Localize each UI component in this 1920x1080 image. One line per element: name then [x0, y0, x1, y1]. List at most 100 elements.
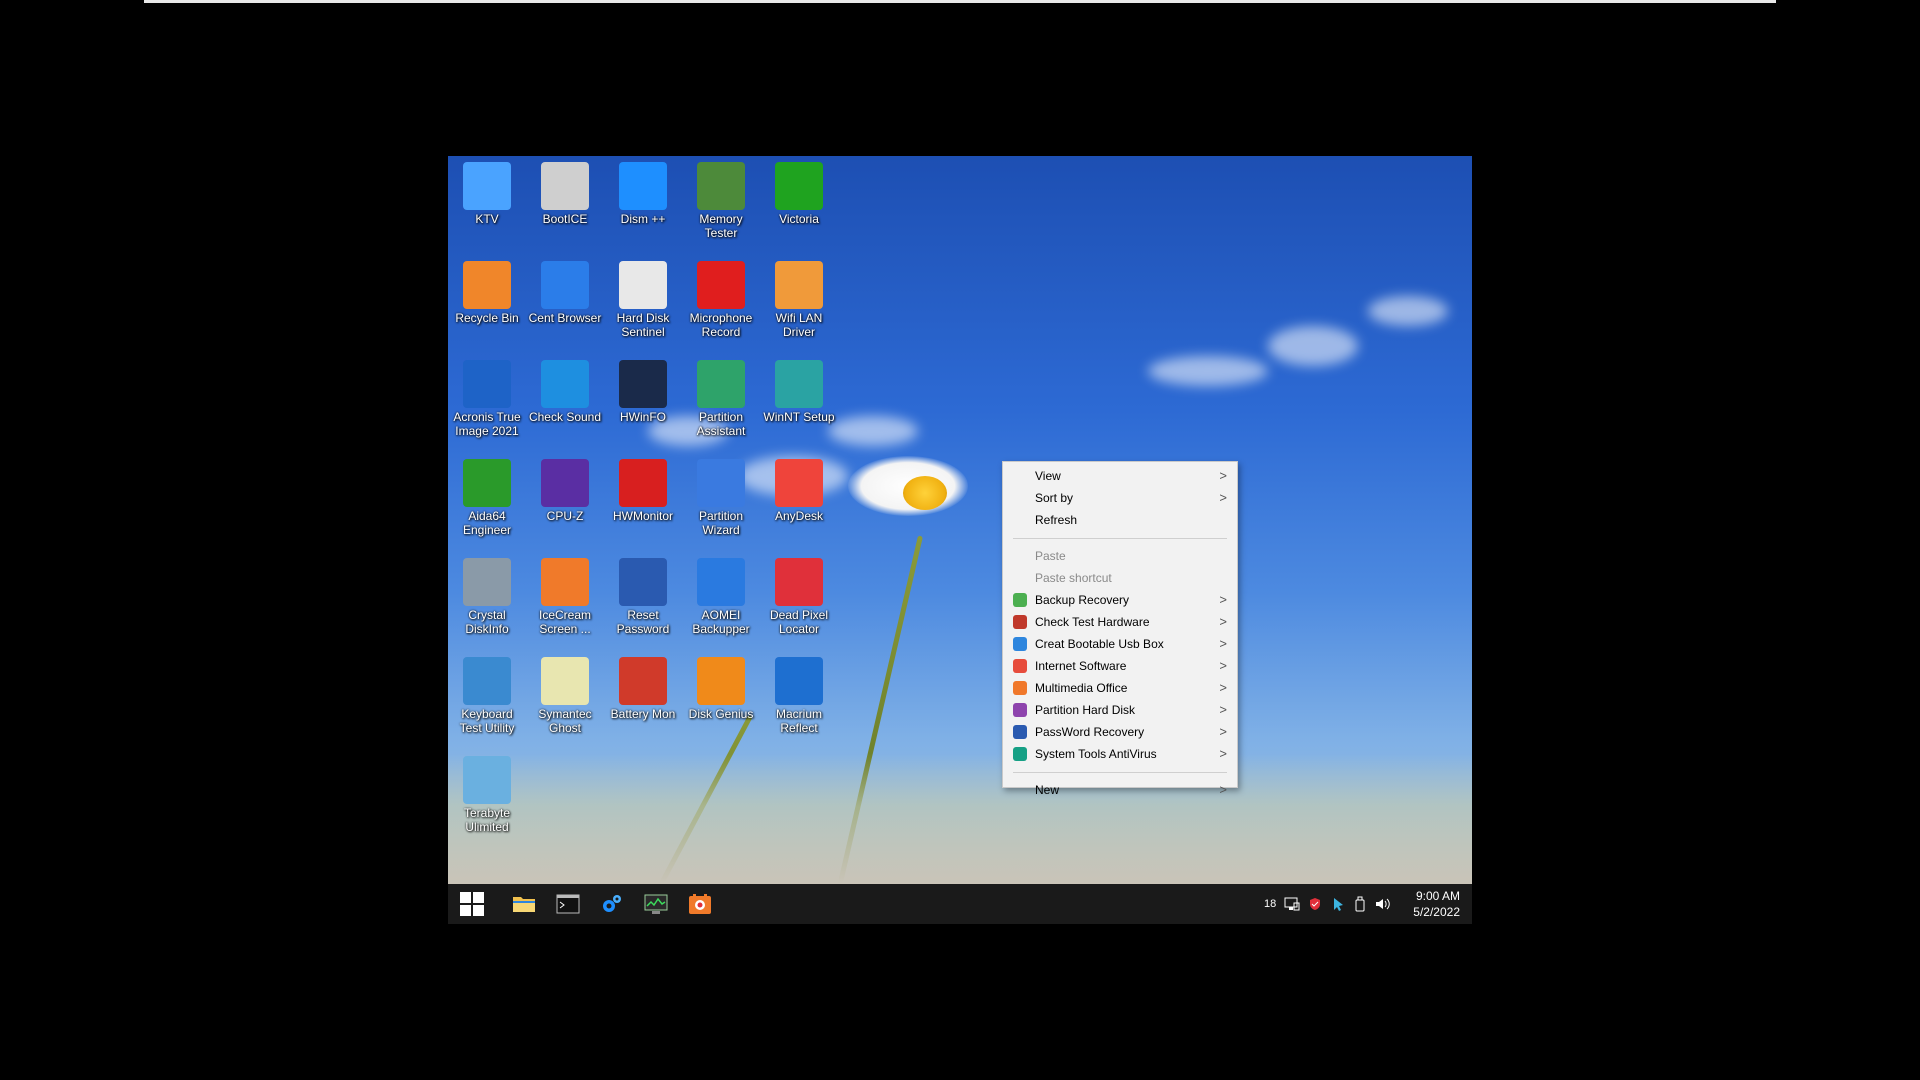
desktop-icon[interactable]: Check Sound: [526, 354, 604, 424]
desktop-icon[interactable]: Recycle Bin: [448, 255, 526, 325]
cursor-icon[interactable]: [1331, 897, 1345, 911]
antivirus-icon: [1013, 747, 1027, 761]
desktop-icon[interactable]: Crystal DiskInfo: [448, 552, 526, 636]
menu-item[interactable]: Sort by >: [1003, 487, 1237, 509]
desktop-icon[interactable]: Partition Wizard: [682, 453, 760, 537]
desktop-icon[interactable]: Partition Assistant: [682, 354, 760, 438]
menu-item-label: Paste: [1035, 549, 1066, 563]
volume-icon[interactable]: [1375, 897, 1391, 911]
speaker-mute-icon: [541, 360, 589, 408]
password-icon: [1013, 725, 1027, 739]
desktop-icon-label: Symantec Ghost: [538, 707, 592, 735]
desktop-icon[interactable]: Keyboard Test Utility: [448, 651, 526, 735]
menu-separator: [1013, 772, 1227, 773]
system-tray: 18: [1264, 884, 1391, 924]
desktop-icon-label: Macrium Reflect: [775, 707, 822, 735]
taskbar-clock[interactable]: 9:00 AM 5/2/2022: [1413, 888, 1460, 920]
desktop-icon-label: Partition Assistant: [696, 410, 746, 438]
menu-item-label: View: [1035, 469, 1061, 483]
desktop-icon[interactable]: Disk Genius: [682, 651, 760, 721]
desktop-icon[interactable]: HWMonitor: [604, 453, 682, 523]
menu-item[interactable]: Backup Recovery >: [1003, 589, 1237, 611]
network-icon[interactable]: [1284, 897, 1300, 911]
media-app-button[interactable]: [686, 890, 714, 918]
menu-item-label: Check Test Hardware: [1035, 615, 1150, 629]
media-icon: [689, 894, 711, 914]
internet-icon: [1013, 659, 1027, 673]
recycle-bin-icon: [463, 261, 511, 309]
desktop-icon-label: BootICE: [542, 212, 588, 226]
desktop-icon-label: Microphone Record: [689, 311, 753, 339]
desktop-icon[interactable]: KTV: [448, 156, 526, 226]
desktop-icon[interactable]: BootICE: [526, 156, 604, 226]
windows-logo-icon: [460, 892, 484, 916]
menu-item[interactable]: Creat Bootable Usb Box >: [1003, 633, 1237, 655]
tray-badge-count[interactable]: 18: [1264, 898, 1276, 910]
desktop-icon-label: Partition Wizard: [698, 509, 744, 537]
desktop-icon[interactable]: Memory Tester: [682, 156, 760, 240]
desktop-icon-label: HWinFO: [620, 410, 666, 424]
desktop-icon[interactable]: Dism ++: [604, 156, 682, 226]
desktop-icon-label: Battery Mon: [610, 707, 676, 721]
start-button[interactable]: [458, 890, 486, 918]
desktop-icon[interactable]: AOMEI Backupper: [682, 552, 760, 636]
desktop-icon[interactable]: Reset Password: [604, 552, 682, 636]
ghost-icon: [541, 657, 589, 705]
menu-item[interactable]: Internet Software >: [1003, 655, 1237, 677]
gears-icon: [619, 162, 667, 210]
clock-time: 9:00 AM: [1415, 889, 1460, 903]
desktop-icon-label: Crystal DiskInfo: [465, 608, 509, 636]
desktop-icon[interactable]: Wifi LAN Driver: [760, 255, 838, 339]
desktop-icon[interactable]: Cent Browser: [526, 255, 604, 325]
security-icon[interactable]: [1308, 897, 1322, 911]
command-prompt-button[interactable]: [554, 890, 582, 918]
desktop-icon[interactable]: IceCream Screen ...: [526, 552, 604, 636]
acronis-icon: [463, 360, 511, 408]
desktop-icon[interactable]: Microphone Record: [682, 255, 760, 339]
desktop-icon-label: Dead Pixel Locator: [769, 608, 829, 636]
chart-monitor-icon: [644, 894, 668, 914]
file-explorer-button[interactable]: [510, 890, 538, 918]
desktop-icon[interactable]: WinNT Setup: [760, 354, 838, 424]
dism-tool-button[interactable]: [598, 890, 626, 918]
menu-item[interactable]: Check Test Hardware >: [1003, 611, 1237, 633]
desktop-icon[interactable]: Symantec Ghost: [526, 651, 604, 735]
screen-recorder-icon: [541, 558, 589, 606]
desktop-icon[interactable]: Aida64 Engineer: [448, 453, 526, 537]
menu-item-label: New: [1035, 783, 1060, 797]
menu-item: Paste: [1003, 545, 1237, 567]
desktop-icon[interactable]: Victoria: [760, 156, 838, 226]
macrium-icon: [775, 657, 823, 705]
menu-item[interactable]: Refresh: [1003, 509, 1237, 531]
meadow: [448, 754, 1472, 884]
chevron-right-icon: >: [1219, 468, 1227, 483]
terabyte-icon: [463, 756, 511, 804]
desktop-icon[interactable]: AnyDesk: [760, 453, 838, 523]
daisy-flower: [848, 446, 968, 536]
usb-icon[interactable]: [1354, 896, 1366, 912]
desktop-icon[interactable]: Hard Disk Sentinel: [604, 255, 682, 339]
desktop-icon[interactable]: Battery Mon: [604, 651, 682, 721]
desktop-icon[interactable]: Acronis True Image 2021: [448, 354, 526, 438]
disk-genius-icon: [697, 657, 745, 705]
chevron-right-icon: >: [1219, 490, 1227, 505]
task-manager-button[interactable]: [642, 890, 670, 918]
desktop-icon[interactable]: HWinFO: [604, 354, 682, 424]
desktop-icon-label: AOMEI Backupper: [692, 608, 750, 636]
backup-icon: [1013, 593, 1027, 607]
desktop-context-menu: View > Sort by > Refresh Paste Paste shortcut B…: [1002, 461, 1238, 797]
winnt-icon: [775, 360, 823, 408]
menu-item[interactable]: Multimedia Office >: [1003, 677, 1237, 699]
desktop-icon-label: Check Sound: [528, 410, 602, 424]
desktop-icon[interactable]: Dead Pixel Locator: [760, 552, 838, 636]
menu-item[interactable]: PassWord Recovery >: [1003, 721, 1237, 743]
menu-item[interactable]: New >: [1003, 779, 1237, 801]
menu-item[interactable]: View >: [1003, 465, 1237, 487]
desktop-icon[interactable]: CPU-Z: [526, 453, 604, 523]
menu-item[interactable]: Partition Hard Disk >: [1003, 699, 1237, 721]
chevron-right-icon: >: [1219, 614, 1227, 629]
desktop-icon[interactable]: Terabyte Ulimited: [448, 750, 526, 834]
desktop-icon[interactable]: Macrium Reflect: [760, 651, 838, 735]
menu-item[interactable]: System Tools AntiVirus >: [1003, 743, 1237, 765]
menu-item-label: Backup Recovery: [1035, 593, 1130, 607]
